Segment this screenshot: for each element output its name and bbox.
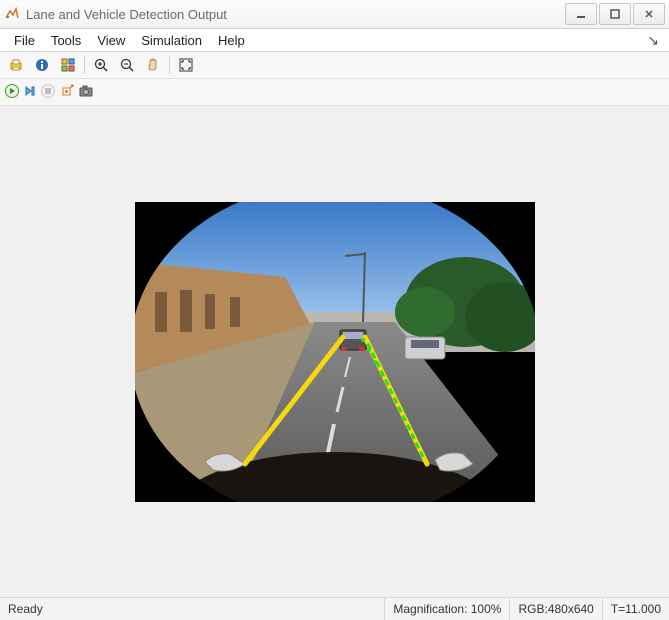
menu-simulation[interactable]: Simulation: [133, 31, 210, 50]
statusbar-spacer: [51, 598, 385, 620]
toolbar-separator: [84, 56, 85, 74]
status-magnification: Magnification: 100%: [384, 598, 509, 620]
menubar: File Tools View Simulation Help ↘: [0, 29, 669, 52]
menu-help[interactable]: Help: [210, 31, 253, 50]
status-time: T=11.000: [602, 598, 669, 620]
minimize-button[interactable]: [565, 3, 597, 25]
status-ready: Ready: [0, 598, 51, 620]
viewer-canvas[interactable]: [0, 106, 669, 597]
menu-tools[interactable]: Tools: [43, 31, 89, 50]
close-button[interactable]: [633, 3, 665, 25]
step-forward-icon[interactable]: [22, 83, 38, 102]
pan-icon[interactable]: [141, 54, 165, 76]
output-image: [135, 202, 535, 502]
info-icon[interactable]: [30, 54, 54, 76]
maximize-button[interactable]: [599, 3, 631, 25]
toolbar-separator-2: [169, 56, 170, 74]
pixel-region-icon[interactable]: [56, 54, 80, 76]
window-title: Lane and Vehicle Detection Output: [26, 7, 563, 22]
stop-icon[interactable]: [40, 83, 56, 102]
toolbar-primary: [0, 52, 669, 79]
run-icon[interactable]: [4, 83, 20, 102]
highlight-block-icon[interactable]: [60, 83, 76, 102]
toolbar-simulation: [0, 79, 669, 106]
print-icon[interactable]: [4, 54, 28, 76]
titlebar: Lane and Vehicle Detection Output: [0, 0, 669, 29]
matlab-app-icon: [4, 6, 20, 22]
menu-file[interactable]: File: [6, 31, 43, 50]
menubar-overflow-icon[interactable]: ↘: [643, 32, 663, 49]
snapshot-icon[interactable]: [78, 83, 94, 102]
status-image-info: RGB:480x640: [509, 598, 601, 620]
fit-to-window-icon[interactable]: [174, 54, 198, 76]
menu-view[interactable]: View: [89, 31, 133, 50]
statusbar: Ready Magnification: 100% RGB:480x640 T=…: [0, 597, 669, 620]
zoom-out-icon[interactable]: [115, 54, 139, 76]
zoom-in-icon[interactable]: [89, 54, 113, 76]
window-root: Lane and Vehicle Detection Output File T…: [0, 0, 669, 620]
